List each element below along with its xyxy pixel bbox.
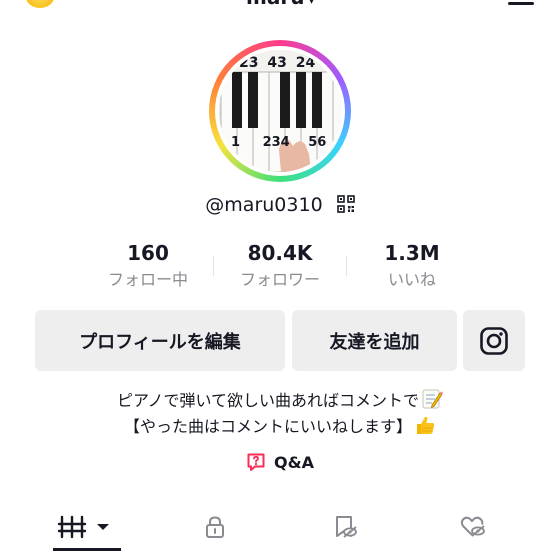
question-bubble-icon — [247, 453, 265, 471]
bio-line-2: 【やった曲はコメントにいいねします】 — [0, 414, 560, 440]
following-count: 160 — [127, 241, 169, 265]
top-numbers: 23 43 24 — [239, 55, 315, 71]
bio-line-1: ピアノで弾いて欲しい曲あればコメントで — [0, 388, 560, 414]
following-label: フォロー中 — [107, 270, 188, 289]
hamburger-menu-icon[interactable] — [508, 0, 534, 6]
account-switcher[interactable]: maru ▾ — [246, 0, 314, 11]
instagram-icon — [480, 326, 508, 355]
qa-link[interactable]: Q&A — [0, 452, 560, 474]
top-username: maru — [246, 0, 304, 9]
profile-handle-row: @maru0310 — [0, 192, 560, 218]
profile-stats: 160 フォロー中 80.4K フォロワー 1.3M いいね — [0, 240, 560, 294]
lock-icon — [206, 516, 224, 538]
piano-keys-image: 23 43 24 1 234 56 — [219, 50, 341, 172]
profile-handle: @maru0310 — [205, 194, 323, 216]
followers-count: 80.4K — [247, 241, 313, 265]
edit-profile-button[interactable]: プロフィールを編集 — [35, 310, 285, 371]
dropdown-caret-icon — [97, 524, 109, 530]
profile-tabs — [0, 505, 560, 560]
tab-liked[interactable] — [403, 505, 543, 549]
likes-count: 1.3M — [384, 241, 440, 265]
grid-videos-icon — [57, 515, 109, 539]
tab-videos[interactable] — [17, 505, 157, 549]
memo-icon — [422, 389, 444, 409]
profile-bio: ピアノで弾いて欲しい曲あればコメントで 【やった曲はコメントにいいねします】 — [0, 388, 560, 440]
hidden-bookmark-icon — [336, 516, 357, 538]
active-tab-indicator — [53, 548, 121, 551]
followers-stat[interactable]: 80.4K フォロワー — [210, 240, 350, 292]
instagram-button[interactable] — [463, 310, 525, 371]
qr-code-icon[interactable] — [336, 195, 355, 213]
avatar[interactable]: 23 43 24 1 234 56 — [219, 50, 341, 172]
following-stat[interactable]: 160 フォロー中 — [78, 240, 218, 292]
thumbs-up-icon — [417, 416, 435, 434]
tab-favorites[interactable] — [275, 505, 415, 549]
likes-label: いいね — [387, 270, 436, 289]
tab-private[interactable] — [145, 505, 285, 549]
avatar-story-ring[interactable]: 23 43 24 1 234 56 — [209, 40, 351, 182]
top-bar: maru ▾ — [0, 0, 560, 12]
qa-label: Q&A — [274, 453, 314, 472]
followers-label: フォロワー — [239, 270, 320, 289]
likes-stat[interactable]: 1.3M いいね — [342, 240, 482, 292]
add-friends-button[interactable]: 友達を追加 — [292, 310, 457, 371]
coin-icon[interactable] — [26, 0, 54, 8]
hidden-heart-icon — [460, 516, 485, 537]
chevron-down-icon: ▾ — [308, 0, 315, 7]
